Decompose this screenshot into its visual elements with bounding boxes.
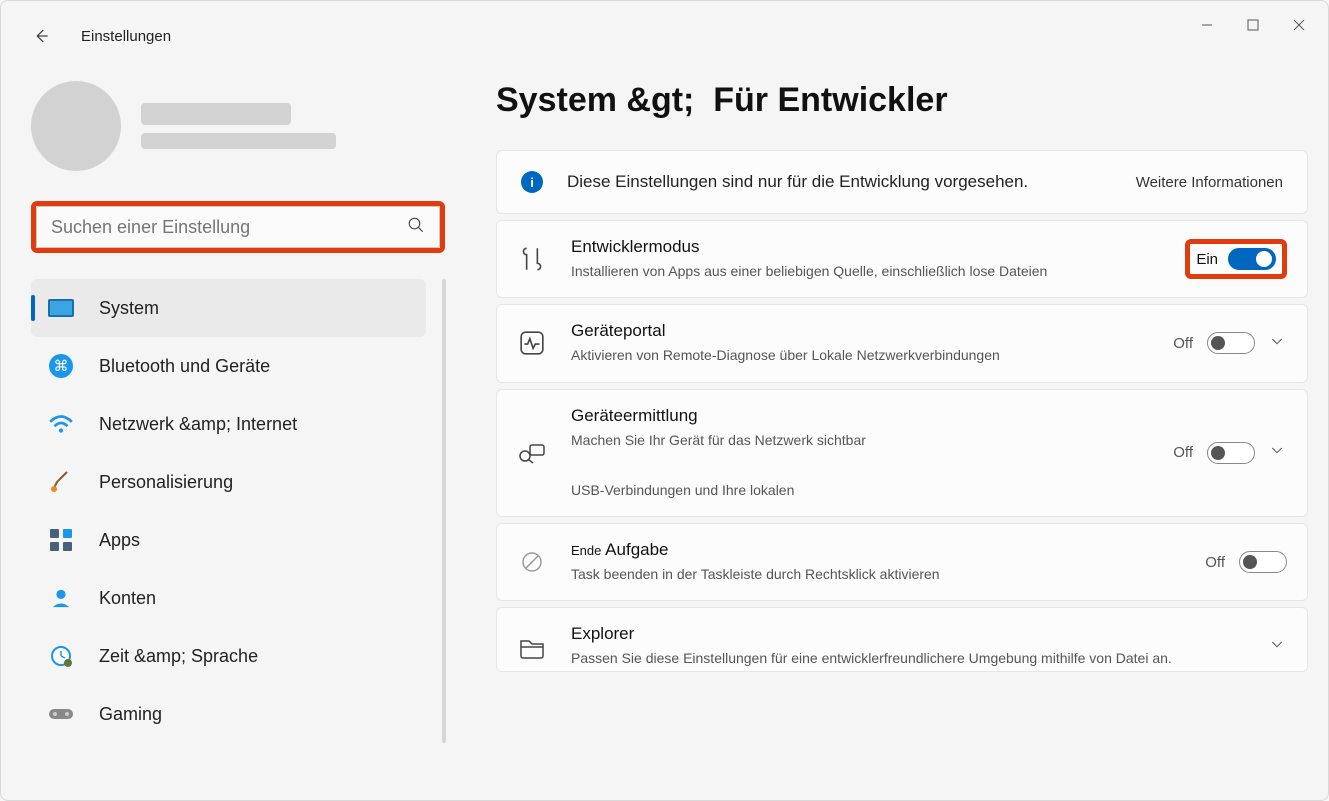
search-box[interactable] xyxy=(36,206,440,248)
sidebar-scrollbar[interactable] xyxy=(442,279,446,743)
card-desc: Machen Sie Ihr Gerät für das Netzwerk si… xyxy=(571,430,1111,501)
maximize-icon xyxy=(1247,19,1259,31)
minimize-icon xyxy=(1201,19,1213,31)
info-banner: i Diese Einstellungen sind nur für die E… xyxy=(496,150,1308,214)
card-desc: Installieren von Apps aus einer beliebig… xyxy=(571,261,1111,281)
card-title: Explorer xyxy=(571,624,1245,644)
toggle-label: Ein xyxy=(1196,251,1218,268)
card-desc: Task beenden in der Taskleiste durch Rec… xyxy=(571,564,1111,584)
card-device-portal[interactable]: Geräteportal Aktivieren von Remote-Diagn… xyxy=(496,304,1308,382)
dev-mode-toggle[interactable] xyxy=(1228,248,1276,270)
gamepad-icon xyxy=(47,700,75,728)
toggle-label: Off xyxy=(1173,335,1193,352)
window-controls xyxy=(1184,9,1322,41)
sidebar-item-gaming[interactable]: Gaming xyxy=(31,685,426,743)
bluetooth-icon: ⌘ xyxy=(47,352,75,380)
sidebar-item-label: Bluetooth und Geräte xyxy=(99,356,270,377)
sidebar-item-label: Apps xyxy=(99,530,140,551)
app-title: Einstellungen xyxy=(81,28,171,45)
sidebar-item-bluetooth[interactable]: ⌘ Bluetooth und Geräte xyxy=(31,337,426,395)
folder-icon xyxy=(517,635,547,659)
sidebar-item-personalization[interactable]: Personalisierung xyxy=(31,453,426,511)
end-task-toggle[interactable] xyxy=(1239,551,1287,573)
breadcrumb: System &gt; Für Entwickler xyxy=(496,81,1308,120)
arrow-left-icon xyxy=(32,27,50,45)
avatar xyxy=(31,81,121,171)
prohibit-icon xyxy=(517,550,547,574)
apps-icon xyxy=(47,526,75,554)
settings-window: Einstellungen xyxy=(0,0,1329,801)
close-button[interactable] xyxy=(1276,9,1322,41)
card-title: Ende Aufgabe xyxy=(571,540,1181,560)
chevron-down-icon[interactable] xyxy=(1269,333,1287,354)
info-text: Diese Einstellungen sind nur für die Ent… xyxy=(567,172,1112,192)
card-title: Entwicklermodus xyxy=(571,237,1161,257)
toggle-label: Off xyxy=(1173,444,1193,461)
sidebar-item-label: Netzwerk &amp; Internet xyxy=(99,414,297,435)
info-icon: i xyxy=(521,171,543,193)
system-icon xyxy=(47,294,75,322)
sidebar-item-apps[interactable]: Apps xyxy=(31,511,426,569)
brush-icon xyxy=(47,468,75,496)
discovery-icon xyxy=(517,441,547,465)
profile-block[interactable] xyxy=(31,81,456,171)
card-desc: Passen Sie diese Einstellungen für eine … xyxy=(571,648,1245,668)
device-discovery-toggle[interactable] xyxy=(1207,442,1255,464)
card-end-task: Ende Aufgabe Task beenden in der Tasklei… xyxy=(496,523,1308,601)
main-content: System &gt; Für Entwickler i Diese Einst… xyxy=(456,71,1328,800)
search-highlight xyxy=(31,201,445,253)
sidebar-item-system[interactable]: System xyxy=(31,279,426,337)
wrench-icon xyxy=(517,244,547,274)
close-icon xyxy=(1293,19,1305,31)
card-explorer[interactable]: Explorer Passen Sie diese Einstellungen … xyxy=(496,607,1308,671)
person-icon xyxy=(47,584,75,612)
more-info-link[interactable]: Weitere Informationen xyxy=(1136,174,1283,191)
titlebar: Einstellungen xyxy=(1,1,1328,71)
sidebar-item-label: Konten xyxy=(99,588,156,609)
sidebar-item-network[interactable]: Netzwerk &amp; Internet xyxy=(31,395,426,453)
clock-icon xyxy=(47,642,75,670)
minimize-button[interactable] xyxy=(1184,9,1230,41)
device-portal-toggle[interactable] xyxy=(1207,332,1255,354)
sidebar-item-label: Gaming xyxy=(99,704,162,725)
nav: System ⌘ Bluetooth und Geräte Netzwerk &… xyxy=(31,279,456,743)
chevron-down-icon[interactable] xyxy=(1269,636,1287,657)
search-input[interactable] xyxy=(51,217,407,238)
sidebar-item-label: Zeit &amp; Sprache xyxy=(99,646,258,667)
card-device-discovery[interactable]: Geräteermittlung Machen Sie Ihr Gerät fü… xyxy=(496,389,1308,518)
card-title: Geräteermittlung xyxy=(571,406,1149,426)
maximize-button[interactable] xyxy=(1230,9,1276,41)
search-icon xyxy=(407,216,425,239)
chevron-down-icon[interactable] xyxy=(1269,442,1287,463)
dev-mode-toggle-highlight: Ein xyxy=(1185,239,1287,279)
card-developer-mode: Entwicklermodus Installieren von Apps au… xyxy=(496,220,1308,298)
profile-name-placeholder xyxy=(141,103,291,125)
sidebar-item-label: Personalisierung xyxy=(99,472,233,493)
card-desc: Aktivieren von Remote-Diagnose über Loka… xyxy=(571,345,1111,365)
sidebar-item-time-language[interactable]: Zeit &amp; Sprache xyxy=(31,627,426,685)
wifi-icon xyxy=(47,410,75,438)
sidebar-item-label: System xyxy=(99,298,159,319)
back-button[interactable] xyxy=(31,26,51,46)
profile-email-placeholder xyxy=(141,133,336,149)
card-title: Geräteportal xyxy=(571,321,1149,341)
sidebar: System ⌘ Bluetooth und Geräte Netzwerk &… xyxy=(1,71,456,800)
heartbeat-icon xyxy=(517,330,547,356)
toggle-label: Off xyxy=(1205,554,1225,571)
sidebar-item-accounts[interactable]: Konten xyxy=(31,569,426,627)
